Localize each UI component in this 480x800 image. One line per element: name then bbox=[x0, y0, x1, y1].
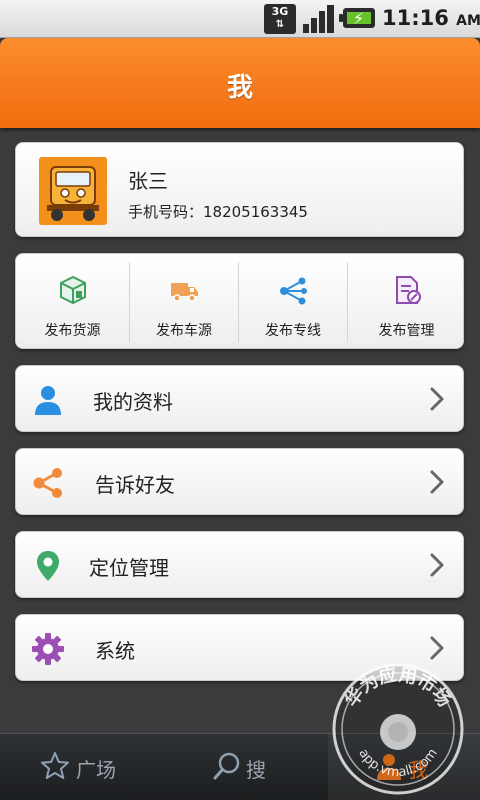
app-header: 我 bbox=[0, 38, 480, 128]
menu-label: 系统 bbox=[95, 639, 135, 663]
publish-vehicle-button[interactable]: 发布车源 bbox=[130, 254, 238, 350]
search-icon bbox=[213, 752, 240, 780]
chevron-right-icon bbox=[430, 553, 444, 577]
truck-avatar-icon bbox=[39, 157, 107, 225]
truck-icon bbox=[171, 283, 198, 302]
menu-label: 定位管理 bbox=[89, 556, 169, 580]
person-icon bbox=[35, 386, 61, 415]
menu-item-my-profile[interactable]: 我的资料 bbox=[15, 365, 464, 432]
publish-goods-button[interactable]: 发布货源 bbox=[16, 254, 129, 350]
profile-card[interactable]: 张三 手机号码：18205163345 bbox=[15, 142, 464, 237]
tab-search[interactable]: 搜 bbox=[160, 734, 328, 800]
location-pin-icon bbox=[37, 551, 59, 581]
tab-square[interactable]: 广场 bbox=[0, 734, 160, 800]
network-3g-icon: 3G ⇅ bbox=[264, 4, 296, 34]
chevron-right-icon bbox=[430, 387, 444, 411]
signal-icon bbox=[303, 5, 334, 33]
user-name: 张三 bbox=[128, 169, 168, 193]
action-label: 发布管理 bbox=[378, 323, 435, 339]
page-title: 我 bbox=[226, 73, 253, 103]
action-label: 发布车源 bbox=[156, 323, 212, 339]
document-edit-icon bbox=[395, 276, 421, 304]
action-label: 发布货源 bbox=[44, 323, 101, 339]
gear-icon bbox=[32, 633, 64, 665]
chevron-right-icon bbox=[430, 470, 444, 494]
store-watermark: 华为应用市场 app.vmall.com bbox=[332, 663, 464, 795]
status-bar: 3G ⇅ ⚡ 11:16 AM bbox=[0, 0, 480, 38]
menu-label: 告诉好友 bbox=[95, 473, 175, 497]
clock: 11:16 AM bbox=[382, 6, 480, 30]
tab-label: 广场 bbox=[76, 758, 116, 782]
chevron-right-icon bbox=[430, 636, 444, 660]
action-label: 发布专线 bbox=[265, 323, 321, 339]
publish-manage-button[interactable]: 发布管理 bbox=[348, 254, 465, 350]
menu-item-tell-friends[interactable]: 告诉好友 bbox=[15, 448, 464, 515]
tab-label: 搜 bbox=[246, 758, 266, 782]
share-line-icon bbox=[280, 277, 307, 305]
avatar[interactable] bbox=[39, 157, 107, 225]
battery-icon: ⚡ bbox=[339, 8, 375, 28]
star-icon bbox=[41, 752, 69, 779]
publish-line-button[interactable]: 发布专线 bbox=[239, 254, 347, 350]
menu-label: 我的资料 bbox=[93, 390, 173, 414]
package-icon bbox=[59, 275, 86, 305]
user-phone: 手机号码：18205163345 bbox=[128, 203, 308, 221]
menu-item-location[interactable]: 定位管理 bbox=[15, 531, 464, 598]
publish-actions-card: 发布货源 发布车源 发布专线 发布管理 bbox=[15, 253, 464, 349]
share-icon bbox=[33, 468, 62, 498]
